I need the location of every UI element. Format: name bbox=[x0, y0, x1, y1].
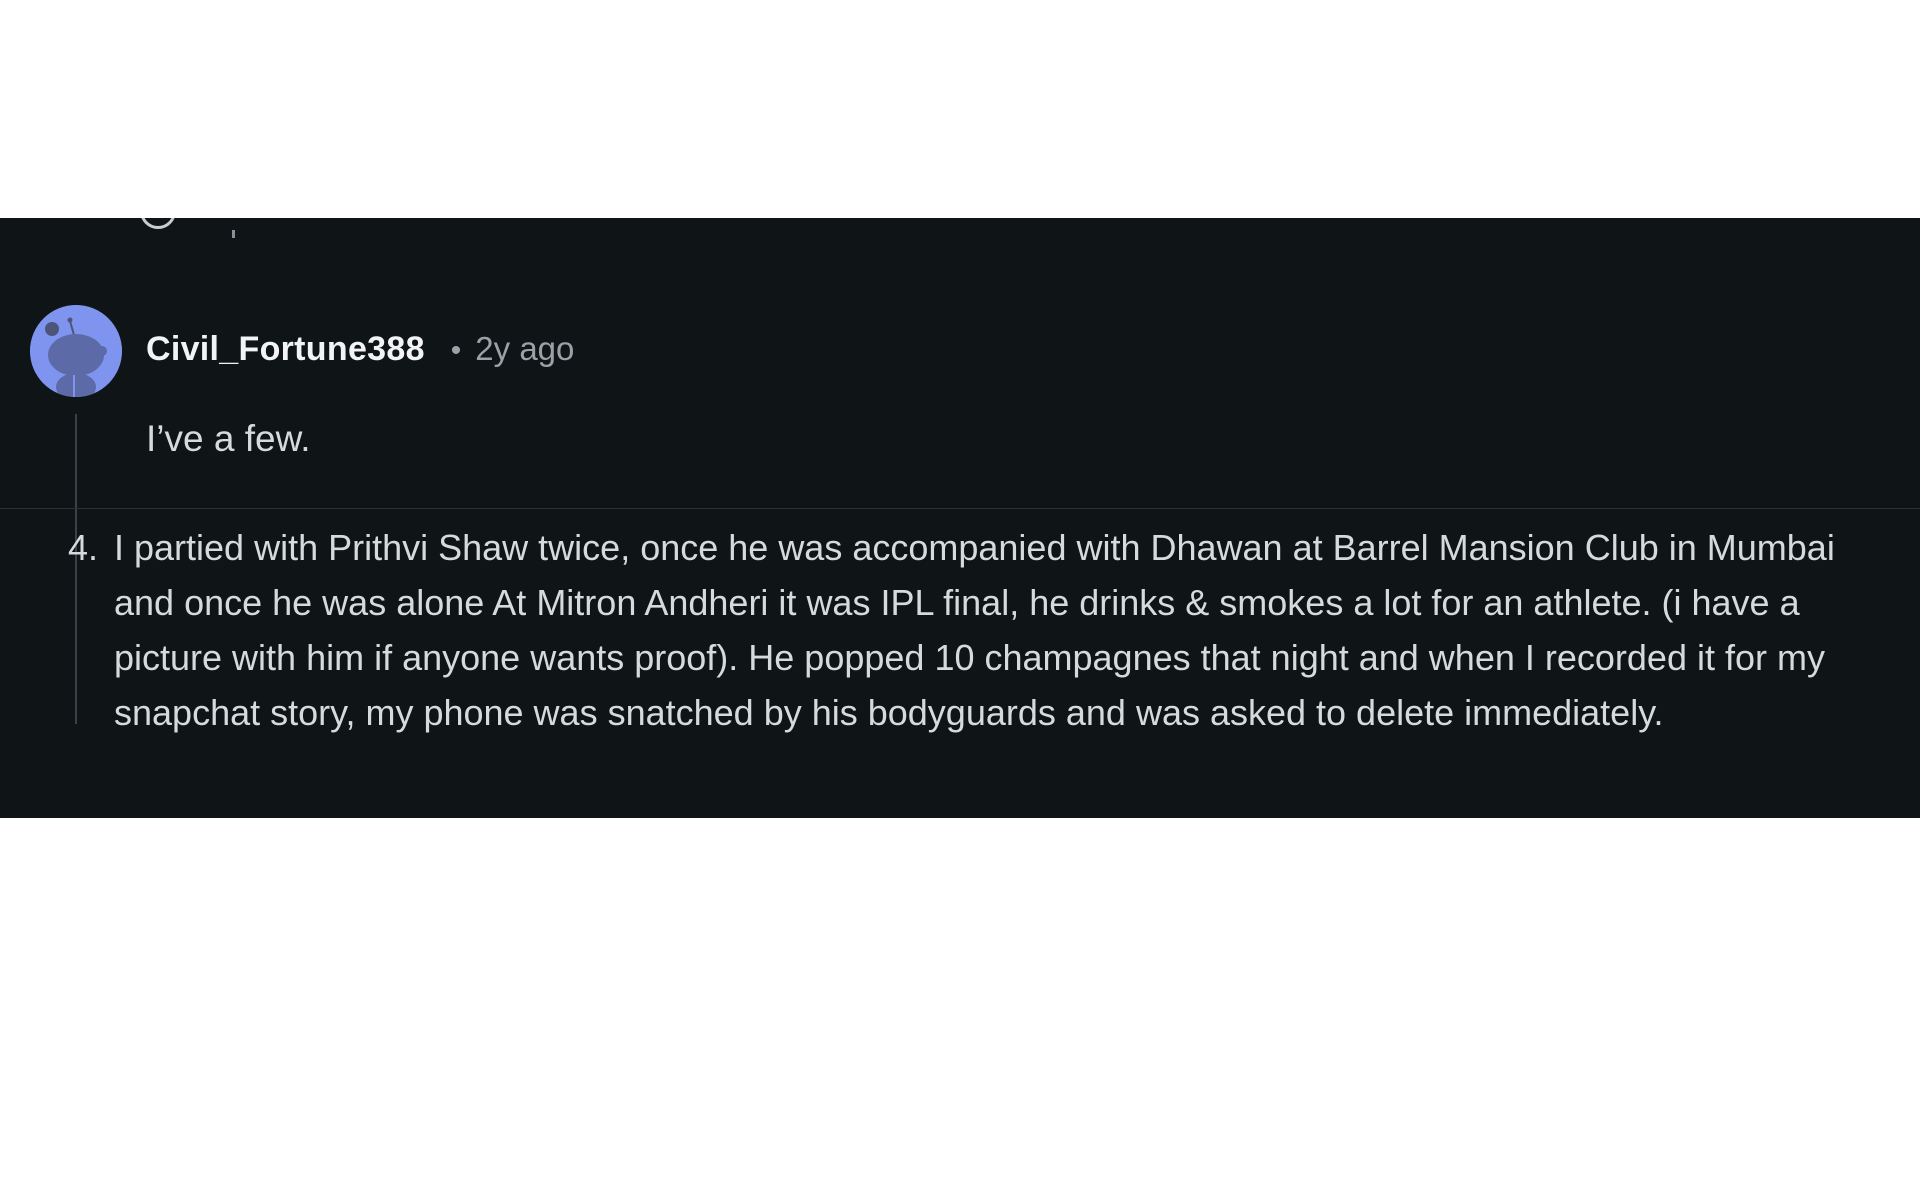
meta-separator: • bbox=[450, 334, 462, 367]
comment-body: I’ve a few. bbox=[146, 418, 311, 459]
upvote-circle-icon[interactable] bbox=[140, 218, 176, 229]
username-link[interactable]: Civil_Fortune388 bbox=[146, 330, 425, 369]
avatar[interactable] bbox=[30, 305, 122, 397]
numbered-list: 4. I partied with Prithvi Shaw twice, on… bbox=[68, 520, 1898, 740]
bottom-white-margin bbox=[0, 818, 1920, 1200]
reddit-snoo-avatar-icon bbox=[30, 305, 122, 397]
list-item: 4. I partied with Prithvi Shaw twice, on… bbox=[68, 520, 1898, 740]
cutoff-vote-row bbox=[140, 218, 176, 229]
comment-thread-panel: Civil_Fortune388 • 2y ago I’ve a few. 4.… bbox=[0, 218, 1920, 818]
cutoff-separator-icon bbox=[232, 230, 235, 238]
top-white-margin bbox=[0, 0, 1920, 218]
list-item-number: 4. bbox=[68, 527, 99, 568]
comment-timestamp[interactable]: 2y ago bbox=[475, 330, 574, 368]
section-divider bbox=[0, 508, 1920, 509]
list-item-text: I partied with Prithvi Shaw twice, once … bbox=[114, 527, 1835, 733]
comment-header: Civil_Fortune388 • 2y ago bbox=[146, 330, 574, 369]
